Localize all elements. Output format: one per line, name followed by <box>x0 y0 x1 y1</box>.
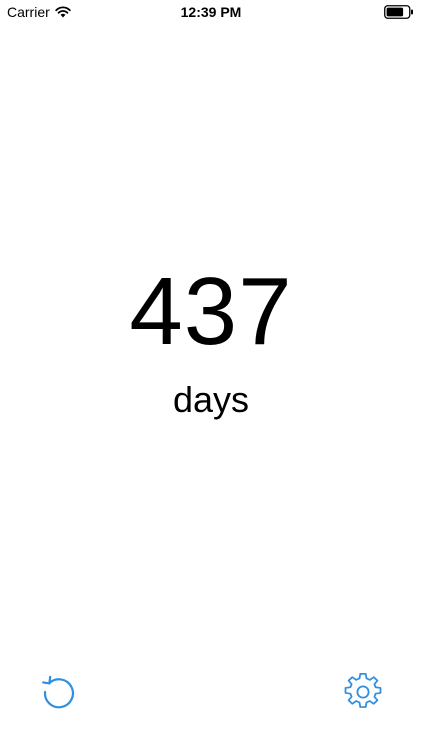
day-unit-label: days <box>172 379 250 420</box>
settings-button[interactable] <box>344 673 382 711</box>
status-bar: Carrier 12:39 PM <box>0 0 422 24</box>
counter-display: 437 days <box>0 262 422 420</box>
reset-button[interactable] <box>40 673 78 711</box>
status-time: 12:39 PM <box>180 4 242 20</box>
refresh-icon <box>42 675 75 709</box>
day-count: 437 <box>129 258 293 365</box>
battery-icon <box>384 5 413 19</box>
gear-icon <box>344 673 382 708</box>
